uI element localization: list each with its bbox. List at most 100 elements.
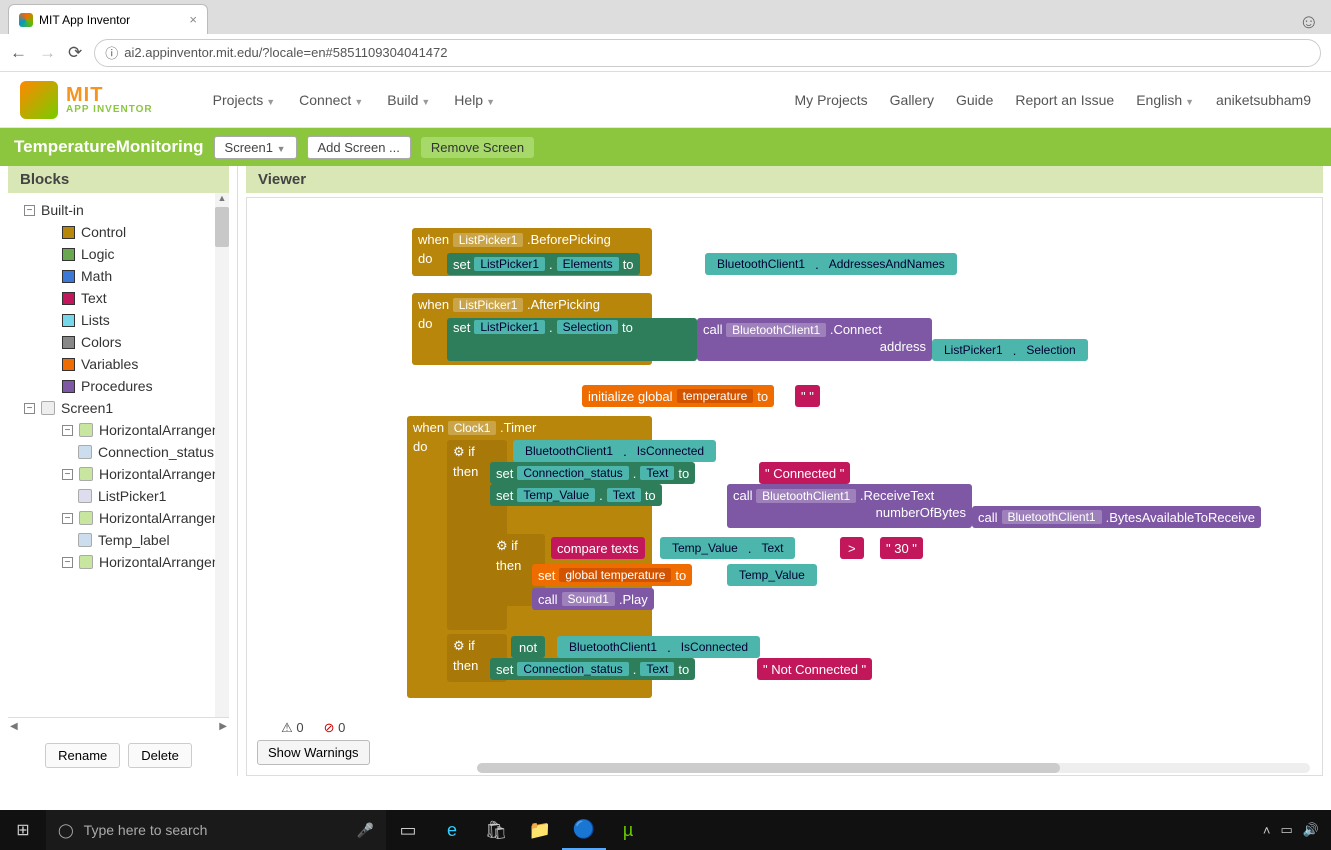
block-listpicker-selection[interactable]: ListPicker1.Selection — [932, 339, 1088, 361]
user-icon[interactable]: ☺ — [1299, 11, 1319, 34]
cortana-icon: ◯ — [58, 822, 74, 839]
block-call-bytesavailable[interactable]: call BluetoothClient1 .BytesAvailableToR… — [972, 506, 1261, 528]
windows-taskbar: ⊞ ◯ Type here to search 🎤 ▭ e 🛍 📁 🔵 µ ˄ … — [0, 810, 1331, 850]
tree-screen1[interactable]: −Screen1 — [8, 397, 229, 419]
block-set-connstatus-connected[interactable]: setConnection_status.Textto — [490, 462, 695, 484]
block-call-receivetext[interactable]: call BluetoothClient1 .ReceiveText numbe… — [727, 484, 972, 528]
block-text-connected[interactable]: " Connected " — [759, 462, 850, 484]
block-text-30[interactable]: " 30 " — [880, 537, 923, 559]
tree-harr-2[interactable]: −HorizontalArrangemen — [8, 507, 229, 529]
menu-right: My Projects Gallery Guide Report an Issu… — [795, 92, 1311, 108]
browser-tab[interactable]: MIT App Inventor × — [8, 4, 208, 34]
tree-connection-status[interactable]: Connection_status — [8, 441, 229, 463]
rename-button[interactable]: Rename — [45, 743, 120, 768]
cat-colors[interactable]: Colors — [8, 331, 229, 353]
tree-builtin[interactable]: −Built-in — [8, 199, 229, 221]
explorer-icon[interactable]: 📁 — [518, 810, 562, 850]
block-not[interactable]: not — [511, 636, 545, 658]
block-bt-isconnected[interactable]: BluetoothClient1.IsConnected — [513, 440, 716, 462]
block-tempvalue-text[interactable]: Temp_Value.Text — [660, 537, 795, 559]
screen-select-button[interactable]: Screen1 ▼ — [214, 136, 297, 159]
tray-chevron-icon[interactable]: ˄ — [1263, 823, 1271, 838]
tree-temp-label[interactable]: Temp_label — [8, 529, 229, 551]
menu-gallery[interactable]: Gallery — [890, 92, 934, 108]
block-init-value[interactable]: " " — [795, 385, 820, 407]
canvas-hscroll[interactable] — [477, 763, 1310, 773]
error-icon: ⊘ 0 — [324, 720, 346, 736]
block-bt-addresses[interactable]: BluetoothClient1.AddressesAndNames — [705, 253, 957, 275]
show-warnings-button[interactable]: Show Warnings — [257, 740, 370, 765]
add-screen-button[interactable]: Add Screen ... — [307, 136, 411, 159]
back-icon[interactable]: ← — [10, 43, 27, 63]
project-title: TemperatureMonitoring — [14, 137, 204, 157]
edge-icon[interactable]: e — [430, 810, 474, 850]
reload-icon[interactable]: ⟳ — [68, 43, 82, 63]
tree-harr-3[interactable]: −HorizontalArrangemen — [8, 551, 229, 573]
blocks-panel-title: Blocks — [8, 166, 229, 193]
remove-screen-button[interactable]: Remove Screen — [421, 137, 534, 158]
menu-help[interactable]: Help▼ — [454, 92, 495, 108]
logo-main: MIT — [66, 85, 153, 105]
mic-icon[interactable]: 🎤 — [357, 822, 374, 839]
block-set-selection[interactable]: setListPicker1.Selectionto — [447, 318, 697, 361]
task-view-icon[interactable]: ▭ — [386, 810, 430, 850]
store-icon[interactable]: 🛍 — [474, 810, 518, 850]
logo[interactable]: MIT APP INVENTOR — [20, 81, 153, 119]
menu-guide[interactable]: Guide — [956, 92, 993, 108]
block-set-global-temp[interactable]: setglobal temperatureto — [532, 564, 692, 586]
url-input[interactable]: ⓘ ai2.appinventor.mit.edu/?locale=en#585… — [94, 39, 1321, 67]
warning-icon: ⚠ 0 — [281, 720, 304, 736]
cat-lists[interactable]: Lists — [8, 309, 229, 331]
forward-icon: → — [39, 43, 56, 63]
cat-logic[interactable]: Logic — [8, 243, 229, 265]
cat-variables[interactable]: Variables — [8, 353, 229, 375]
cat-control[interactable]: Control — [8, 221, 229, 243]
tree-harr-0[interactable]: −HorizontalArrangemen — [8, 419, 229, 441]
close-icon[interactable]: × — [189, 12, 197, 27]
logo-sub: APP INVENTOR — [66, 105, 153, 115]
warnings-area: ⚠ 0 ⊘ 0 Show Warnings — [257, 720, 370, 765]
app-header: MIT APP INVENTOR Projects▼ Connect▼ Buil… — [0, 72, 1331, 128]
sidebar-vscroll[interactable]: ▲ — [215, 193, 229, 717]
tree-listpicker1[interactable]: ListPicker1 — [8, 485, 229, 507]
taskbar-search[interactable]: ◯ Type here to search 🎤 — [46, 810, 386, 850]
browser-address-bar: ← → ⟳ ⓘ ai2.appinventor.mit.edu/?locale=… — [0, 34, 1331, 72]
sidebar-hscroll[interactable]: ◀▶ — [8, 717, 229, 735]
cat-text[interactable]: Text — [8, 287, 229, 309]
cat-math[interactable]: Math — [8, 265, 229, 287]
delete-button[interactable]: Delete — [128, 743, 192, 768]
tray-battery-icon[interactable]: ▭ — [1281, 822, 1293, 838]
block-set-connstatus-not[interactable]: setConnection_status.Textto — [490, 658, 695, 680]
start-button[interactable]: ⊞ — [0, 810, 46, 850]
project-bar: TemperatureMonitoring Screen1 ▼ Add Scre… — [0, 128, 1331, 166]
block-call-sound-play[interactable]: call Sound1 .Play — [532, 588, 654, 610]
chrome-icon[interactable]: 🔵 — [562, 810, 606, 850]
block-bt-isconnected2[interactable]: BluetoothClient1.IsConnected — [557, 636, 760, 658]
menu-build[interactable]: Build▼ — [387, 92, 430, 108]
search-placeholder: Type here to search — [84, 822, 208, 838]
tray-volume-icon[interactable]: 🔊 — [1303, 822, 1319, 838]
block-text-notconnected[interactable]: " Not Connected " — [757, 658, 872, 680]
menu-my-projects[interactable]: My Projects — [795, 92, 868, 108]
blocks-sidebar: Blocks −Built-in Control Logic Math Text… — [0, 166, 238, 776]
tab-favicon — [19, 13, 33, 27]
blocks-canvas[interactable]: when ListPicker1 .BeforePicking do setLi… — [246, 197, 1323, 776]
menu-language[interactable]: English▼ — [1136, 92, 1194, 108]
block-set-tempvalue[interactable]: setTemp_Value.Textto — [490, 484, 662, 506]
viewer-panel: Viewer when ListPicker1 .BeforePicking d… — [238, 166, 1331, 776]
block-set-elements[interactable]: setListPicker1.Elementsto — [447, 253, 640, 275]
menu-projects[interactable]: Projects▼ — [213, 92, 276, 108]
menu-report[interactable]: Report an Issue — [1015, 92, 1114, 108]
block-compare-op[interactable]: > — [840, 537, 864, 559]
block-init-global[interactable]: initialize globaltemperatureto — [582, 385, 774, 407]
block-compare-texts[interactable]: compare texts — [551, 537, 645, 559]
block-tempvalue-getter[interactable]: Temp_Value — [727, 564, 817, 586]
menu-connect[interactable]: Connect▼ — [299, 92, 363, 108]
menu-account[interactable]: aniketsubham9 — [1216, 92, 1311, 108]
browser-tab-strip: MIT App Inventor × ☺ — [0, 0, 1331, 34]
block-call-connect[interactable]: call BluetoothClient1 .Connect address — [697, 318, 932, 361]
utorrent-icon[interactable]: µ — [606, 810, 650, 850]
cat-procedures[interactable]: Procedures — [8, 375, 229, 397]
tree-harr-1[interactable]: −HorizontalArrangemen — [8, 463, 229, 485]
info-icon: ⓘ — [105, 43, 118, 62]
